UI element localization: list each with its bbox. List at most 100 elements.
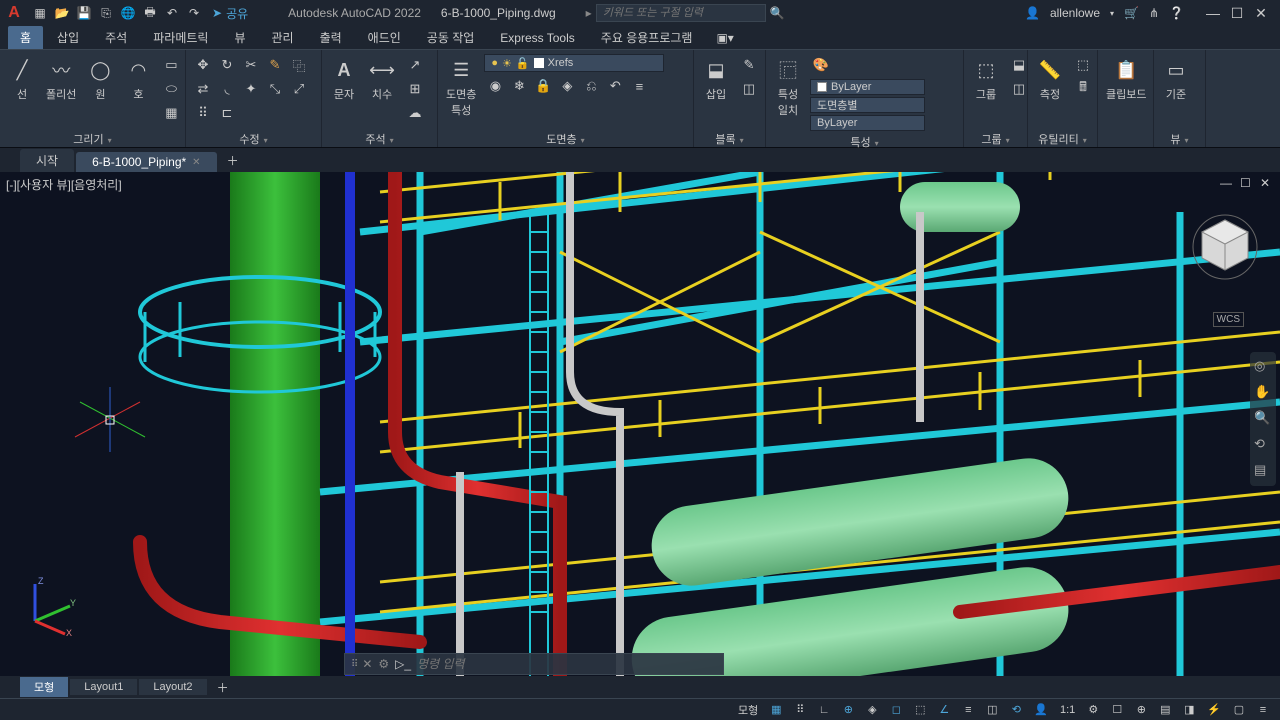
units-icon[interactable]: ▤ [1156, 701, 1174, 719]
hatch-icon[interactable]: ▦ [160, 102, 182, 124]
panel-group-label[interactable]: 그룹 [970, 129, 1021, 147]
app-switcher-icon[interactable]: ⋔ [1149, 6, 1159, 20]
ribbon-tab-express[interactable]: Express Tools [488, 28, 586, 48]
viewcube[interactable] [1190, 212, 1260, 282]
copy-icon[interactable]: ⿻ [288, 54, 310, 76]
drag-handle-icon[interactable]: ⠿ [351, 659, 356, 670]
ribbon-tab-collab[interactable]: 공동 작업 [415, 26, 487, 49]
panel-layers-label[interactable]: 도면층 [444, 129, 687, 147]
panel-view-label[interactable]: 뷰 [1160, 129, 1199, 147]
dim-button[interactable]: ⟷치수 [366, 54, 398, 104]
close-icon[interactable]: ✕ [192, 157, 200, 168]
command-line[interactable]: ⠿ ✕ ⚙ ▷_ [344, 653, 724, 675]
iso-icon[interactable]: ◈ [863, 701, 881, 719]
search-icon[interactable]: 🔍 [770, 6, 785, 20]
text-button[interactable]: A문자 [328, 54, 360, 104]
search-input[interactable] [596, 4, 766, 22]
layer-props-button[interactable]: ☰도면층 특성 [444, 54, 478, 120]
layer-match-icon[interactable]: ⎌ [580, 75, 602, 97]
polar-icon[interactable]: ⊕ [839, 701, 857, 719]
annoscale-icon[interactable]: 👤 [1031, 701, 1051, 719]
line-button[interactable]: ╱선 [6, 54, 38, 104]
linetype-combo[interactable]: ByLayer [810, 115, 925, 131]
layer-freeze-icon[interactable]: ❄ [508, 75, 530, 97]
file-tab-add[interactable]: ＋ [219, 149, 247, 172]
pan-icon[interactable]: ✋ [1254, 384, 1272, 402]
offset-icon[interactable]: ⊏ [216, 102, 238, 124]
ribbon-tab-insert[interactable]: 삽입 [45, 26, 91, 49]
ungroup-icon[interactable]: ⬓ [1008, 54, 1030, 76]
insert-button[interactable]: ⬓삽입 [700, 54, 732, 104]
app-menu-button[interactable]: A [4, 3, 24, 23]
layer-prev-icon[interactable]: ↶ [604, 75, 626, 97]
explode-icon[interactable]: ✦ [240, 78, 262, 100]
panel-draw-label[interactable]: 그리기 [6, 129, 179, 147]
select-icon[interactable]: ⬚ [1072, 54, 1094, 76]
ellipse-icon[interactable]: ⬭ [160, 78, 182, 100]
undo-icon[interactable]: ↶ [162, 3, 182, 23]
stretch-icon[interactable]: ⤡ [264, 78, 286, 100]
grid-icon[interactable]: ▦ [767, 701, 785, 719]
panel-props-label[interactable]: 특성 [772, 132, 957, 150]
ribbon-tab-manage[interactable]: 관리 [259, 26, 305, 49]
ribbon-tab-view[interactable]: 뷰 [222, 26, 257, 49]
zoom-icon[interactable]: 🔍 [1254, 410, 1272, 428]
ribbon-tab-home[interactable]: 홈 [8, 26, 43, 49]
ribbon-tab-output[interactable]: 출력 [308, 26, 354, 49]
customize-icon[interactable]: ⚙ [378, 657, 389, 671]
group-button[interactable]: ⬚그룹 [970, 54, 1002, 104]
save-icon[interactable]: 💾 [74, 3, 94, 23]
orbit-icon[interactable]: ⟲ [1254, 436, 1272, 454]
steering-wheel-icon[interactable]: ◎ [1254, 358, 1272, 376]
ribbon-tab-addins[interactable]: 애드인 [356, 26, 413, 49]
file-tab-current[interactable]: 6-B-1000_Piping*✕ [76, 152, 216, 172]
web-icon[interactable]: 🌐 [118, 3, 138, 23]
quickprops-icon[interactable]: ◨ [1180, 701, 1198, 719]
ortho-icon[interactable]: ∟ [815, 701, 833, 719]
group-edit-icon[interactable]: ◫ [1008, 78, 1030, 100]
paste-button[interactable]: 📋클립보드 [1104, 54, 1148, 104]
cart-icon[interactable]: 🛒 [1124, 6, 1139, 20]
block-edit-icon[interactable]: ✎ [738, 54, 760, 76]
workspace-icon[interactable]: ☐ [1108, 701, 1126, 719]
help-icon[interactable]: ❔ [1169, 6, 1184, 20]
layer-combo[interactable]: ● ☀ 🔓 Xrefs [484, 54, 664, 72]
rect-icon[interactable]: ▭ [160, 54, 182, 76]
showmotion-icon[interactable]: ▤ [1254, 462, 1272, 480]
ribbon-expand-icon[interactable]: ▣▾ [716, 31, 733, 45]
close-icon[interactable]: ✕ [362, 657, 372, 671]
panel-block-label[interactable]: 블록 [700, 129, 759, 147]
ucs-icon[interactable]: Z Y X [20, 576, 80, 636]
layout-add-button[interactable]: ＋ [209, 677, 237, 698]
match-props-button[interactable]: ⿸특성 일치 [772, 54, 804, 120]
open-icon[interactable]: 📂 [52, 3, 72, 23]
hardware-icon[interactable]: ⚡ [1204, 701, 1224, 719]
rotate-icon[interactable]: ↻ [216, 54, 238, 76]
gear-icon[interactable]: ⚙ [1084, 701, 1102, 719]
status-model[interactable]: 모형 [735, 701, 761, 719]
new-icon[interactable]: ▦ [30, 3, 50, 23]
vp-maximize-icon[interactable]: ☐ [1240, 176, 1254, 190]
layout-tab-2[interactable]: Layout2 [139, 679, 206, 695]
dropdown-icon[interactable]: ▾ [1110, 9, 1114, 18]
color-combo[interactable]: ByLayer [810, 79, 925, 95]
color-wheel-icon[interactable]: 🎨 [810, 54, 832, 76]
measure-button[interactable]: 📏측정 [1034, 54, 1066, 104]
file-tab-start[interactable]: 시작 [20, 149, 74, 172]
drawing-canvas[interactable]: [-][사용자 뷰][음영처리] — ☐ ✕ [0, 172, 1280, 676]
user-icon[interactable]: 👤 [1025, 6, 1040, 20]
viewport-label[interactable]: [-][사용자 뷰][음영처리] [6, 176, 122, 193]
calc-icon[interactable]: 🖩 [1072, 78, 1094, 100]
lineweight-combo[interactable]: 도면층별 [810, 97, 925, 113]
transparency-icon[interactable]: ◫ [983, 701, 1001, 719]
saveas-icon[interactable]: ⎘ [96, 3, 116, 23]
layer-iso-icon[interactable]: ◈ [556, 75, 578, 97]
minimize-button[interactable]: — [1204, 4, 1222, 22]
panel-annot-label[interactable]: 주석 [328, 129, 431, 147]
layer-off-icon[interactable]: ◉ [484, 75, 506, 97]
layer-state-icon[interactable]: ≡ [628, 75, 650, 97]
customize-status-icon[interactable]: ≡ [1254, 701, 1272, 719]
trim-icon[interactable]: ✂ [240, 54, 262, 76]
plot-icon[interactable]: 🖶 [140, 3, 160, 23]
cycling-icon[interactable]: ⟲ [1007, 701, 1025, 719]
